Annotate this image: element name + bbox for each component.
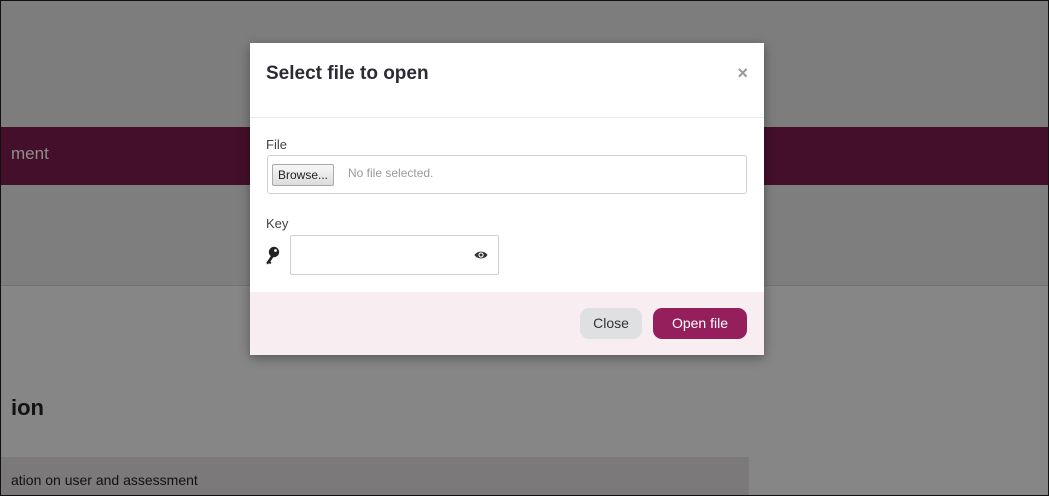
app-window: ment ion ation on user and assessment Se… xyxy=(0,0,1049,496)
key-field xyxy=(290,235,499,275)
key-label: Key xyxy=(266,216,289,231)
dialog-divider xyxy=(250,117,764,118)
close-button[interactable]: Close xyxy=(580,308,642,339)
dialog-footer: Close Open file xyxy=(250,292,764,355)
file-label: File xyxy=(266,137,287,152)
select-file-dialog: Select file to open × File Browse... No … xyxy=(250,43,764,355)
file-status-text: No file selected. xyxy=(348,166,434,180)
open-file-button[interactable]: Open file xyxy=(653,308,747,339)
file-input[interactable]: Browse... No file selected. xyxy=(267,155,747,194)
key-input[interactable] xyxy=(291,236,478,272)
browse-button[interactable]: Browse... xyxy=(272,164,335,186)
dialog-title: Select file to open xyxy=(266,63,429,84)
close-icon[interactable]: × xyxy=(737,64,748,82)
key-icon xyxy=(266,246,280,265)
eye-icon[interactable] xyxy=(474,249,488,261)
